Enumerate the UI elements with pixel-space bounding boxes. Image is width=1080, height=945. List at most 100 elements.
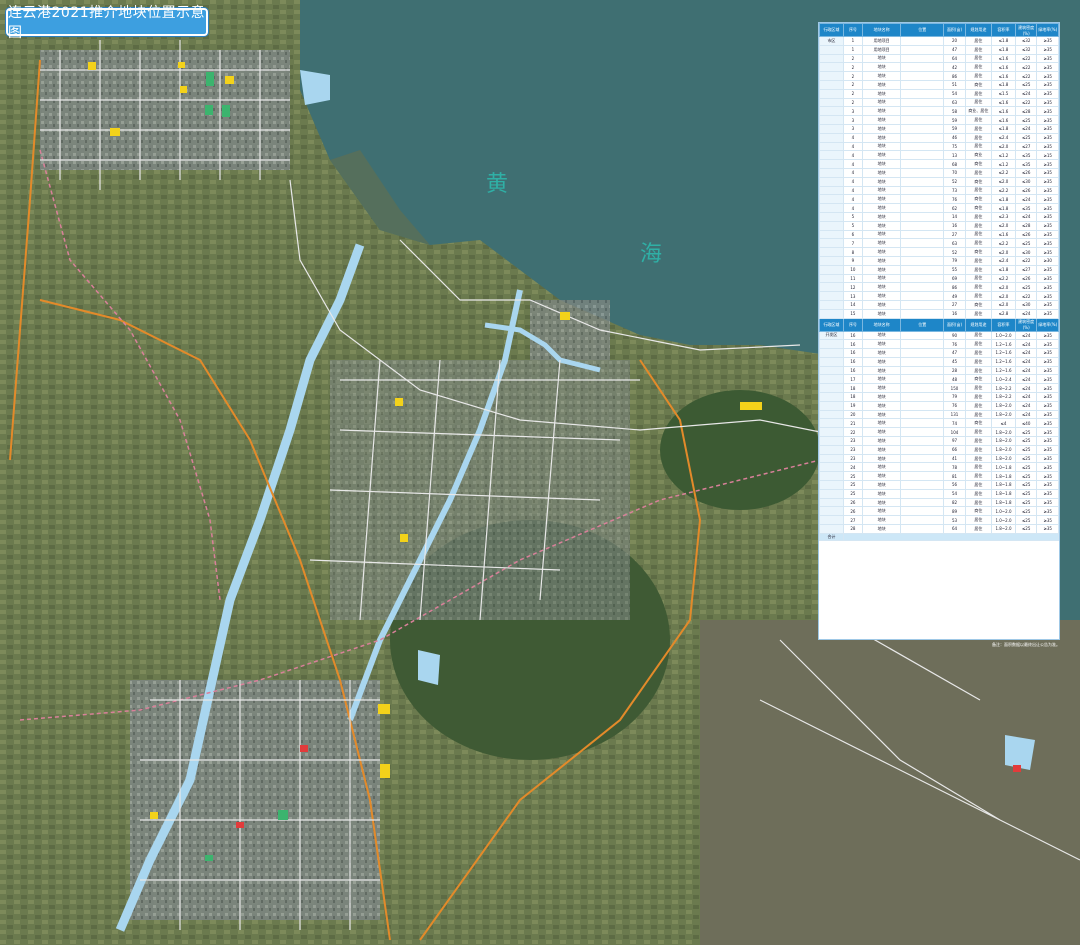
table-cell: 76 (943, 400, 966, 411)
table-cell (900, 194, 945, 205)
table-cell: ≥35 (1036, 506, 1059, 517)
lake-southeast (1005, 735, 1035, 770)
plot-marker[interactable] (225, 76, 234, 84)
plot-marker[interactable] (378, 704, 390, 714)
table-cell (900, 365, 945, 376)
table-cell: 22 (842, 427, 864, 438)
table-cell (900, 203, 945, 213)
plot-marker[interactable] (88, 62, 96, 70)
table-cell (819, 203, 844, 213)
plot-marker[interactable] (110, 128, 120, 136)
table-cell (900, 229, 945, 240)
table-cell (819, 229, 844, 240)
table-cell: ≥35 (1036, 418, 1059, 429)
table-cell: ≥35 (1036, 194, 1059, 205)
table-cell: 69 (943, 273, 966, 284)
plot-marker[interactable] (380, 764, 390, 778)
table-cell: 1.8~2.0 (991, 400, 1016, 411)
table-cell: 居住 (964, 88, 993, 99)
table-cell: 10 (842, 264, 864, 275)
table-cell (819, 79, 844, 90)
table-cell (819, 141, 844, 152)
table-cell: 商住 (964, 176, 993, 187)
table-row: 8 地块 52 商住 ≤2.0 ≤30 ≥35 (819, 247, 1059, 257)
plot-marker[interactable] (400, 534, 408, 542)
table-cell (900, 115, 945, 125)
table-cell: ≥35 (1036, 220, 1059, 231)
table-cell: 70 (943, 167, 966, 178)
plot-marker[interactable] (178, 62, 185, 68)
plot-marker-green[interactable] (206, 72, 214, 86)
table-cell: 居住 (964, 488, 993, 499)
table-cell: ≥35 (1036, 383, 1059, 394)
table-cell (900, 427, 945, 438)
table-row: 15 地块 16 居住 ≤2.8 ≤24 ≥35 (819, 308, 1059, 319)
plot-marker[interactable] (395, 398, 403, 406)
table-cell: ≤25 (1014, 506, 1038, 517)
table-cell: 4 (842, 167, 864, 178)
table-cell: 1.0~2.4 (991, 374, 1016, 385)
table-cell: ≤2.2 (991, 273, 1016, 284)
table-cell: ≤24 (1014, 308, 1038, 319)
table-cell: 居住 (964, 453, 993, 464)
table-cell (819, 123, 844, 134)
table-cell: ≤22 (1014, 53, 1038, 64)
table-row: 9 地块 79 居住 ≤2.4 ≤22 ≥30 (819, 255, 1059, 266)
table-cell: 地块 (861, 374, 902, 385)
table-cell: ≤25 (1014, 238, 1038, 249)
plot-marker-green[interactable] (205, 105, 213, 115)
table-cell: 商住 (964, 299, 993, 310)
table-cell: 地块 (861, 185, 902, 196)
table-cell (900, 159, 945, 169)
map-canvas[interactable]: 连云港2021推介地块位置示意图 黄 海 行政区域 序号 地块名称 位置 面积(亩) 规划… (0, 0, 1080, 945)
table-cell: ≤1.6 (991, 115, 1016, 125)
table-row: 10 地块 55 居住 ≤1.8 ≤27 ≥35 (819, 264, 1059, 275)
table-cell: ≥35 (1036, 515, 1059, 526)
table-cell: ≤2.2 (991, 185, 1016, 196)
table-cell: ≥35 (1036, 348, 1059, 358)
table-cell: ≥35 (1036, 71, 1059, 81)
table-cell: 1.8~1.8 (991, 497, 1016, 508)
plot-marker-red[interactable] (236, 822, 244, 828)
table-cell: 用地项目 (861, 36, 902, 46)
plot-marker-green[interactable] (205, 855, 213, 861)
table-cell (900, 348, 945, 358)
table-row: 13 地块 49 居住 ≤2.0 ≤22 ≥35 (819, 291, 1059, 301)
table-cell: 地块 (861, 524, 902, 534)
table-cell (819, 488, 844, 499)
table-row: 17 地块 48 商住 1.0~2.4 ≤24 ≥35 (819, 374, 1059, 385)
table-cell: ≤24 (1014, 383, 1038, 394)
table-cell: 居住 (964, 400, 993, 411)
table-cell: ≥35 (1036, 36, 1059, 46)
table-cell: 地块 (861, 515, 902, 526)
column-header: 序号 (842, 23, 864, 37)
table-cell: ≤1.6 (991, 53, 1016, 64)
table-cell: 居住 (964, 365, 993, 376)
table-cell: 地块 (861, 123, 902, 134)
table-cell: ≤25 (1014, 115, 1038, 125)
table-cell: 地块 (861, 167, 902, 178)
table-cell: ≥35 (1036, 488, 1059, 499)
table-cell: 25 (842, 488, 864, 499)
plot-marker-red[interactable] (1013, 765, 1021, 772)
table-row: 4 地块 13 商业 ≤1.2 ≤35 ≥15 (819, 150, 1059, 161)
table-cell: 居住 (964, 524, 993, 534)
plot-marker[interactable] (150, 812, 158, 819)
table-cell: ≤24 (1014, 365, 1038, 376)
plot-marker[interactable] (560, 312, 570, 320)
table-cell: 1.0~1.8 (991, 462, 1016, 473)
table-cell: 地块 (861, 255, 902, 266)
table-cell (900, 167, 945, 178)
plot-marker[interactable] (180, 86, 187, 93)
plot-marker-green[interactable] (222, 105, 230, 117)
plot-marker[interactable] (740, 402, 762, 410)
table-cell: 地块 (861, 238, 902, 249)
table-cell: ≤1.2 (991, 159, 1016, 169)
table-cell (900, 282, 945, 293)
plot-marker-green[interactable] (278, 810, 288, 820)
table-cell: 1.8~1.8 (991, 471, 1016, 482)
plot-marker-red[interactable] (300, 745, 308, 752)
table-cell: ≤1.8 (991, 194, 1016, 205)
table-row: 23 地块 41 居住 1.8~2.0 ≤25 ≥35 (819, 453, 1059, 464)
table-cell: 46 (943, 132, 966, 143)
